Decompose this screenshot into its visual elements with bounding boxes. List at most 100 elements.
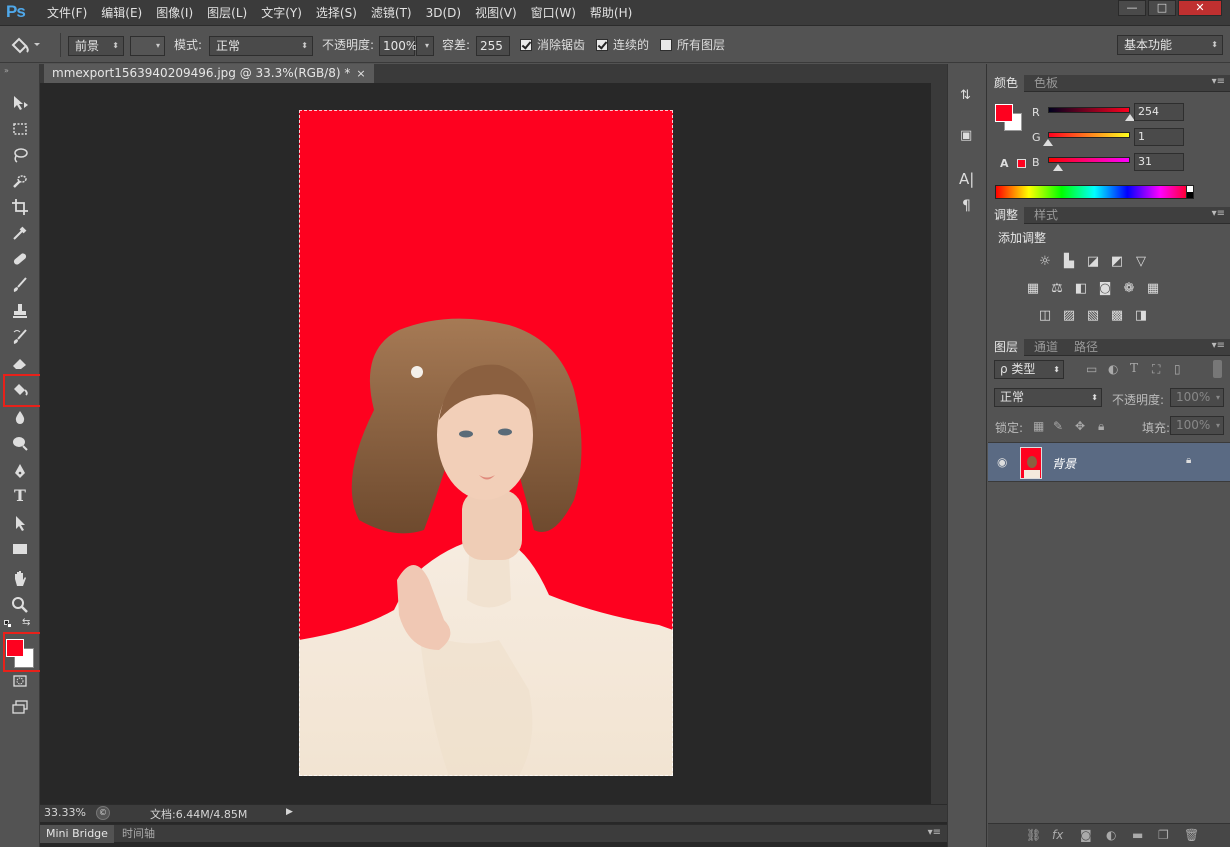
filter-adjust-icon[interactable]: ◐	[1108, 362, 1118, 376]
new-group-icon[interactable]: ▬	[1132, 828, 1143, 842]
tab-layers[interactable]: 图层	[988, 339, 1025, 356]
eyedropper-tool[interactable]	[8, 222, 32, 244]
menu-view[interactable]: 视图(V)	[468, 0, 524, 26]
quick-selection-tool[interactable]	[8, 170, 32, 192]
path-selection-tool[interactable]	[8, 512, 32, 534]
marquee-tool[interactable]	[8, 118, 32, 140]
blue-slider[interactable]	[1048, 157, 1130, 163]
posterize-icon[interactable]: ▨	[1060, 308, 1078, 324]
all-layers-checkbox[interactable]: 所有图层	[660, 35, 725, 55]
healing-tool[interactable]	[8, 248, 32, 270]
close-tab-icon[interactable]: ×	[356, 67, 365, 80]
menu-type[interactable]: 文字(Y)	[254, 0, 309, 26]
layer-name[interactable]: 背景	[1052, 455, 1076, 472]
exposure-icon[interactable]: ◩	[1108, 254, 1126, 270]
levels-icon[interactable]: ▙	[1060, 254, 1078, 270]
tab-styles[interactable]: 样式	[1028, 207, 1064, 224]
lock-all-icon[interactable]: 🔒︎	[1098, 419, 1104, 434]
filter-type-icon[interactable]: T	[1130, 361, 1138, 375]
layer-row-background[interactable]: ◉ 背景 🔒︎	[988, 442, 1230, 482]
layer-filter-select[interactable]: ρ 类型 ⬍	[994, 360, 1064, 379]
vibrance-icon[interactable]: ▽	[1132, 254, 1150, 270]
lock-position-icon[interactable]: ✥	[1075, 419, 1085, 433]
stamp-tool[interactable]	[8, 300, 32, 322]
filter-pixel-icon[interactable]: ▭	[1086, 362, 1097, 376]
fill-source-select[interactable]: 前景 ⬍	[68, 36, 124, 56]
bw-icon[interactable]: ◧	[1072, 281, 1090, 297]
brightness-icon[interactable]: ☼	[1036, 254, 1054, 270]
tolerance-input[interactable]: 255	[476, 36, 510, 56]
new-adjustment-icon[interactable]: ◐	[1106, 828, 1116, 842]
panel-menu-icon[interactable]: ▾≡	[1212, 76, 1225, 87]
tab-paths[interactable]: 路径	[1068, 339, 1104, 356]
menu-edit[interactable]: 编辑(E)	[94, 0, 149, 26]
menu-select[interactable]: 选择(S)	[309, 0, 364, 26]
history-panel-icon[interactable]: ⇅	[960, 88, 971, 103]
zoom-tool[interactable]	[8, 594, 32, 616]
tab-timeline[interactable]: 时间轴	[116, 825, 161, 843]
invert-icon[interactable]: ◫	[1036, 308, 1054, 324]
default-colors-icon[interactable]	[4, 620, 12, 628]
menu-help[interactable]: 帮助(H)	[583, 0, 639, 26]
color-spectrum-ramp[interactable]	[995, 185, 1194, 199]
pattern-picker[interactable]: ▾	[130, 36, 165, 56]
delete-layer-icon[interactable]: 🗑︎	[1184, 828, 1199, 842]
menu-image[interactable]: 图像(I)	[149, 0, 200, 26]
hue-icon[interactable]: ▦	[1024, 281, 1042, 297]
panel-menu-icon[interactable]: ▾≡	[1212, 340, 1225, 351]
layer-opacity-input[interactable]: 100% ▾	[1170, 388, 1224, 407]
blur-tool[interactable]	[8, 406, 32, 428]
fill-input[interactable]: 100% ▾	[1170, 416, 1224, 435]
gamut-swatch[interactable]	[1017, 159, 1026, 168]
quick-mask-button[interactable]	[8, 670, 32, 692]
link-layers-icon[interactable]: ⛓	[1026, 828, 1041, 842]
blue-value-input[interactable]: 31	[1134, 153, 1184, 171]
channel-mixer-icon[interactable]: ❁	[1120, 281, 1138, 297]
menu-file[interactable]: 文件(F)	[40, 0, 94, 26]
black-white-ramp[interactable]	[1186, 185, 1194, 199]
menu-layer[interactable]: 图层(L)	[200, 0, 254, 26]
dodge-tool[interactable]	[8, 432, 32, 454]
green-slider[interactable]	[1048, 132, 1130, 138]
paragraph-panel-icon[interactable]: ¶	[962, 198, 971, 214]
crop-tool[interactable]	[8, 196, 32, 218]
zoom-level[interactable]: 33.33%	[44, 806, 86, 819]
document-tab[interactable]: mmexport1563940209496.jpg @ 33.3%(RGB/8)…	[44, 64, 374, 83]
document-canvas[interactable]	[299, 110, 673, 776]
status-menu-icon[interactable]: ▶	[286, 807, 293, 817]
threshold-icon[interactable]: ▧	[1084, 308, 1102, 324]
lasso-tool[interactable]	[8, 144, 32, 166]
collapse-icon[interactable]: »	[4, 66, 9, 75]
green-value-input[interactable]: 1	[1134, 128, 1184, 146]
close-button[interactable]: ✕	[1178, 0, 1222, 16]
red-slider[interactable]	[1048, 107, 1130, 113]
vertical-scrollbar[interactable]	[931, 83, 947, 804]
lock-transparent-icon[interactable]: ▦	[1033, 419, 1044, 433]
panel-menu-icon[interactable]: ▾≡	[1212, 208, 1225, 219]
menu-filter[interactable]: 滤镜(T)	[364, 0, 419, 26]
contiguous-checkbox[interactable]: 连续的	[596, 35, 649, 55]
history-brush-tool[interactable]	[8, 326, 32, 348]
eye-icon[interactable]: ◉	[997, 455, 1007, 469]
move-tool[interactable]	[8, 92, 32, 114]
type-tool[interactable]: T	[8, 486, 32, 508]
new-layer-icon[interactable]: ❐	[1158, 828, 1169, 842]
eraser-tool[interactable]	[8, 352, 32, 374]
restore-button[interactable]: □	[1148, 0, 1176, 16]
selective-color-icon[interactable]: ◨	[1132, 308, 1150, 324]
tab-color[interactable]: 颜色	[988, 75, 1025, 92]
tool-preset-picker[interactable]	[8, 33, 42, 54]
tab-adjustments[interactable]: 调整	[988, 207, 1025, 224]
tab-mini-bridge[interactable]: Mini Bridge	[40, 825, 114, 843]
opacity-dropdown[interactable]: ▾	[416, 36, 434, 56]
properties-panel-icon[interactable]: ▣	[960, 128, 972, 143]
character-panel-icon[interactable]: A|	[959, 170, 974, 188]
fx-icon[interactable]: fx	[1052, 828, 1063, 842]
menu-3d[interactable]: 3D(D)	[419, 0, 468, 26]
photo-filter-icon[interactable]: ◙	[1096, 281, 1114, 297]
balance-icon[interactable]: ⚖	[1048, 281, 1066, 297]
panel-foreground-swatch[interactable]	[995, 104, 1013, 122]
filter-shape-icon[interactable]: ⛶	[1152, 362, 1160, 377]
menu-window[interactable]: 窗口(W)	[524, 0, 583, 26]
minimize-button[interactable]: —	[1118, 0, 1146, 16]
